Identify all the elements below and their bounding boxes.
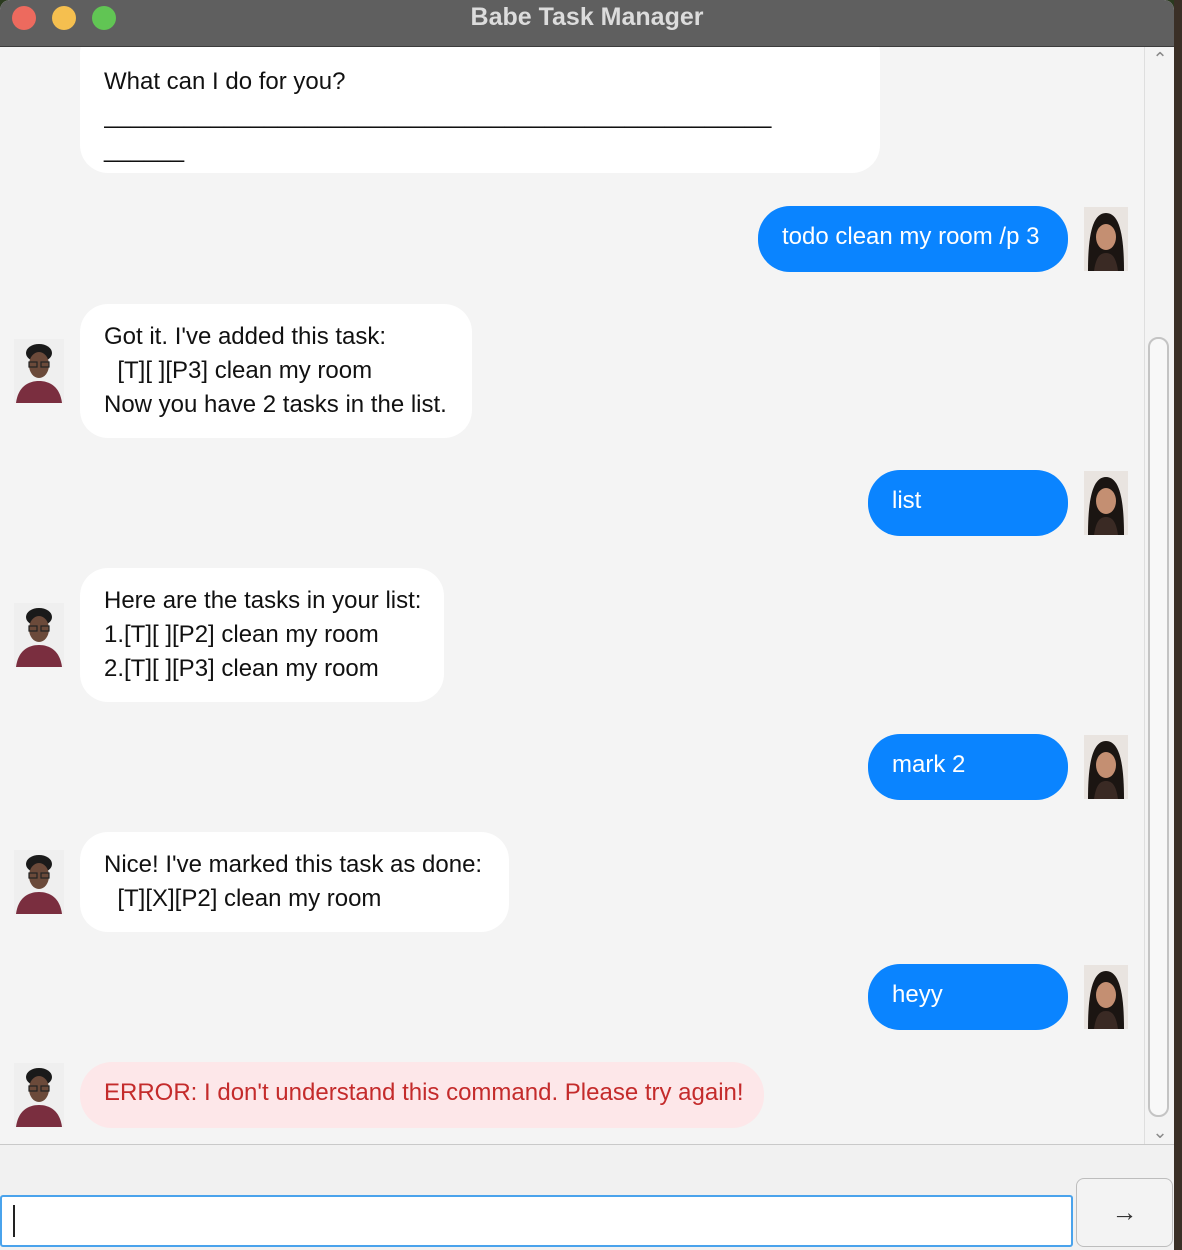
user-message: heyy <box>868 964 1068 1030</box>
message-input[interactable] <box>0 1195 1073 1247</box>
user-avatar <box>1084 207 1134 271</box>
vertical-scrollbar[interactable]: ⌃ ⌄ <box>1144 47 1174 1144</box>
message-line: Here are the tasks in your list: <box>104 587 422 614</box>
window-title: Babe Task Manager <box>470 3 704 31</box>
message-line: ERROR: I don't understand this command. … <box>104 1079 744 1106</box>
message-line: [T][X][P2] clean my room <box>104 885 382 912</box>
message-line: list <box>892 487 922 514</box>
chat-area[interactable]: What can I do for you? _________________… <box>0 47 1144 1144</box>
message-line: Now you have 2 tasks in the list. <box>104 391 447 418</box>
user-message: list <box>868 470 1068 536</box>
input-bar: → <box>0 1144 1174 1250</box>
bot-avatar <box>14 603 64 667</box>
message-line: heyy <box>892 981 943 1008</box>
error-message: ERROR: I don't understand this command. … <box>80 1062 764 1128</box>
bot-message: Here are the tasks in your list: 1.[T][ … <box>80 568 444 702</box>
arrow-right-icon: → <box>1111 1197 1138 1227</box>
chevron-up-icon[interactable]: ⌃ <box>1150 49 1170 69</box>
user-message: mark 2 <box>868 734 1068 800</box>
message-line: ______ <box>104 136 185 163</box>
message-line: 1.[T][ ][P2] clean my room <box>104 621 379 648</box>
message-line: Got it. I've added this task: <box>104 323 387 350</box>
bot-avatar <box>14 850 64 914</box>
app-window: Babe Task Manager What can I do for you?… <box>0 0 1174 1250</box>
chevron-down-icon[interactable]: ⌄ <box>1150 1122 1170 1142</box>
message-line: 2.[T][ ][P3] clean my room <box>104 655 379 682</box>
message-line: mark 2 <box>892 751 966 778</box>
bot-avatar <box>14 339 64 403</box>
bot-avatar <box>14 1063 64 1127</box>
message-line: ________________________________________… <box>104 102 772 129</box>
scrollbar-thumb[interactable] <box>1148 337 1169 1117</box>
user-avatar <box>1084 735 1134 799</box>
bot-message: Nice! I've marked this task as done: [T]… <box>80 832 509 932</box>
user-message: todo clean my room /p 3 <box>758 206 1068 272</box>
message-line: What can I do for you? <box>104 68 346 95</box>
text-caret <box>13 1205 15 1237</box>
send-button[interactable]: → <box>1076 1178 1173 1247</box>
title-bar: Babe Task Manager <box>0 0 1174 47</box>
user-avatar <box>1084 471 1134 535</box>
bot-message: What can I do for you? _________________… <box>80 47 880 173</box>
message-line: Nice! I've marked this task as done: <box>104 851 483 878</box>
user-avatar <box>1084 965 1134 1029</box>
message-line: [T][ ][P3] clean my room <box>104 357 373 384</box>
bot-message: Got it. I've added this task: [T][ ][P3]… <box>80 304 472 438</box>
message-line: todo clean my room /p 3 <box>782 223 1040 250</box>
desktop-background <box>1174 0 1182 1250</box>
